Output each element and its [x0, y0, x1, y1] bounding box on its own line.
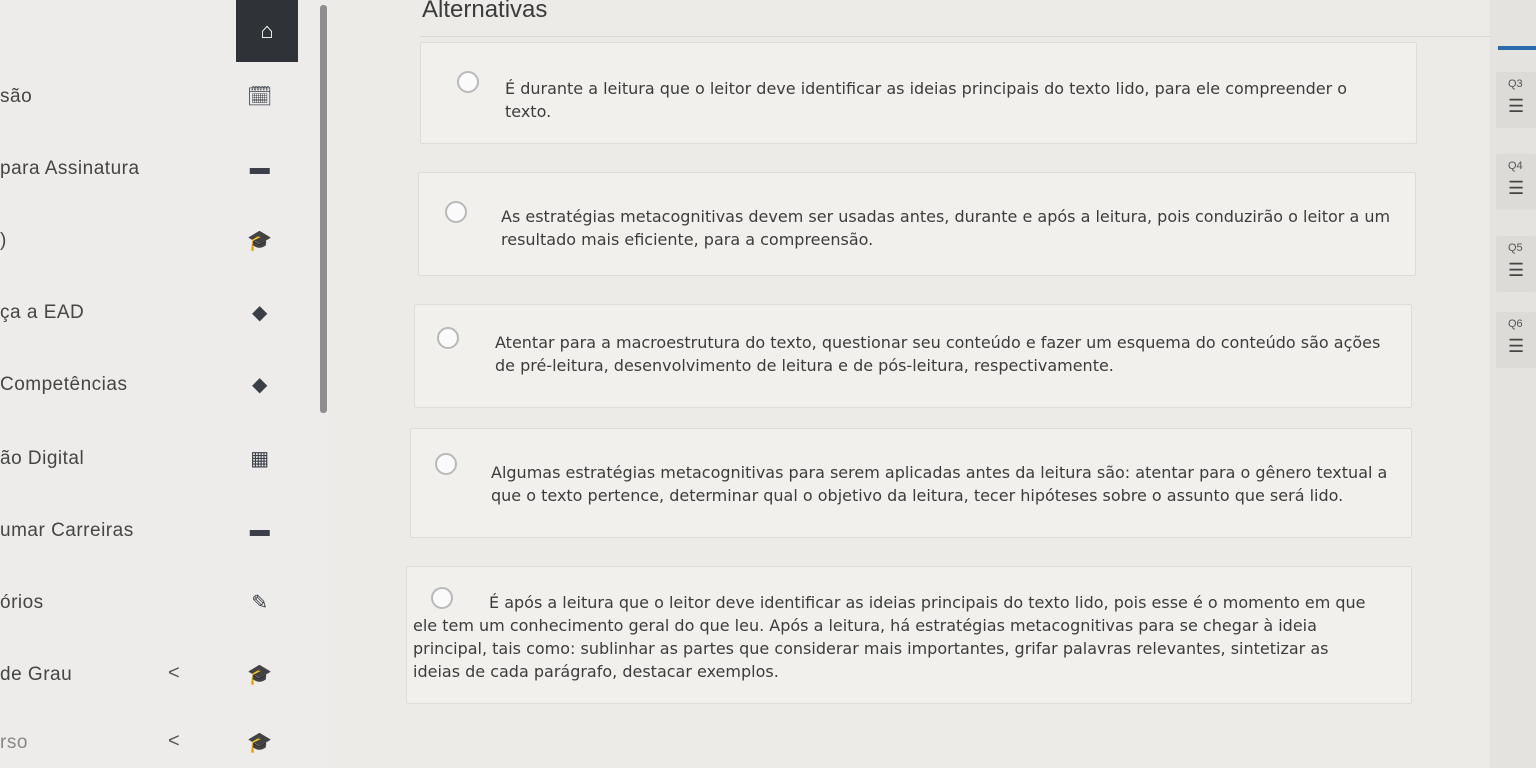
sidebar-item-0[interactable]: são 🗓: [0, 78, 330, 118]
radio-button[interactable]: [437, 327, 459, 349]
diamond-icon: ◆: [252, 373, 268, 396]
sidebar-item-label: ão Digital: [0, 448, 85, 469]
question-number: Q5: [1508, 242, 1523, 254]
sidebar-item-6[interactable]: umar Carreiras ▬: [0, 512, 330, 552]
sidebar-item-label: órios: [0, 592, 44, 613]
question-panel: Alternativas É durante a leitura que o l…: [330, 0, 1490, 768]
chevron-left-icon: <: [168, 730, 181, 752]
sidebar-item-8[interactable]: de Grau < 🎓: [0, 656, 330, 696]
list-icon: ☰: [1508, 260, 1525, 280]
option-text: É após a leitura que o leitor deve ident…: [413, 593, 1366, 681]
sidebar-item-4[interactable]: Competências ◆: [0, 366, 330, 406]
home-button[interactable]: ⌂: [236, 0, 298, 62]
diamond-icon: ◆: [252, 301, 268, 324]
answer-option-4[interactable]: É após a leitura que o leitor deve ident…: [406, 566, 1412, 704]
answer-option-3[interactable]: Algumas estratégias metacognitivas para …: [410, 428, 1412, 538]
sidebar-item-label: para Assinatura: [0, 158, 140, 179]
sidebar-item-label: rso: [0, 732, 28, 753]
sidebar-item-1[interactable]: para Assinatura ▬: [0, 150, 330, 190]
page: ⌂ são 🗓 para Assinatura ▬ ) 🎓 ça a EAD ◆…: [0, 0, 1536, 768]
sidebar-scrollbar[interactable]: [320, 5, 327, 413]
sidebar-item-label: umar Carreiras: [0, 520, 134, 541]
calendar-check-icon: 🗓: [247, 85, 273, 108]
question-number: Q6: [1508, 318, 1523, 330]
sidebar-item-label: de Grau: [0, 664, 73, 685]
calendar-icon: ▦: [250, 447, 270, 470]
sidebar-item-9[interactable]: rso < 🎓: [0, 724, 330, 764]
graduation-cap-icon: 🎓: [247, 731, 273, 754]
sidebar: ⌂ são 🗓 para Assinatura ▬ ) 🎓 ça a EAD ◆…: [0, 0, 330, 768]
answer-option-2[interactable]: Atentar para a macroestrutura do texto, …: [414, 304, 1412, 408]
sidebar-item-label: Competências: [0, 374, 128, 395]
option-text: Atentar para a macroestrutura do texto, …: [495, 333, 1381, 375]
radio-button[interactable]: [445, 201, 467, 223]
option-text: Algumas estratégias metacognitivas para …: [491, 463, 1388, 505]
sidebar-item-label: são: [0, 86, 33, 107]
sidebar-item-7[interactable]: órios ✎: [0, 584, 330, 624]
divider: [420, 36, 1490, 37]
question-number: Q3: [1508, 78, 1523, 90]
question-card-3[interactable]: Q3 ☰: [1496, 72, 1536, 128]
answer-option-0[interactable]: É durante a leitura que o leitor deve id…: [420, 42, 1417, 144]
navigator-accent-bar: [1498, 46, 1536, 50]
chat-icon: ▬: [249, 156, 271, 179]
radio-button[interactable]: [457, 71, 479, 93]
question-number: Q4: [1508, 160, 1523, 172]
option-text: As estratégias metacognitivas devem ser …: [501, 207, 1391, 249]
list-icon: ☰: [1508, 336, 1525, 356]
question-card-5[interactable]: Q5 ☰: [1496, 236, 1536, 292]
home-icon: ⌂: [260, 18, 274, 43]
briefcase-icon: ▬: [249, 518, 271, 541]
question-card-6[interactable]: Q6 ☰: [1496, 312, 1536, 368]
sidebar-item-5[interactable]: ão Digital ▦: [0, 440, 330, 480]
chevron-left-icon: <: [168, 662, 181, 684]
radio-button[interactable]: [435, 453, 457, 475]
graduation-cap-icon: 🎓: [247, 663, 273, 686]
pencil-icon: ✎: [251, 591, 269, 614]
graduation-cap-icon: 🎓: [247, 229, 273, 252]
sidebar-item-label: ): [0, 230, 7, 251]
option-text: É durante a leitura que o leitor deve id…: [505, 79, 1348, 121]
sidebar-item-label: ça a EAD: [0, 302, 85, 323]
section-title: Alternativas: [422, 0, 548, 23]
question-card-4[interactable]: Q4 ☰: [1496, 154, 1536, 210]
list-icon: ☰: [1508, 178, 1525, 198]
sidebar-item-3[interactable]: ça a EAD ◆: [0, 294, 330, 334]
answer-option-1[interactable]: As estratégias metacognitivas devem ser …: [418, 172, 1416, 276]
question-navigator: Q3 ☰ Q4 ☰ Q5 ☰ Q6 ☰: [1490, 0, 1536, 768]
sidebar-item-2[interactable]: ) 🎓: [0, 222, 330, 262]
list-icon: ☰: [1508, 96, 1525, 116]
